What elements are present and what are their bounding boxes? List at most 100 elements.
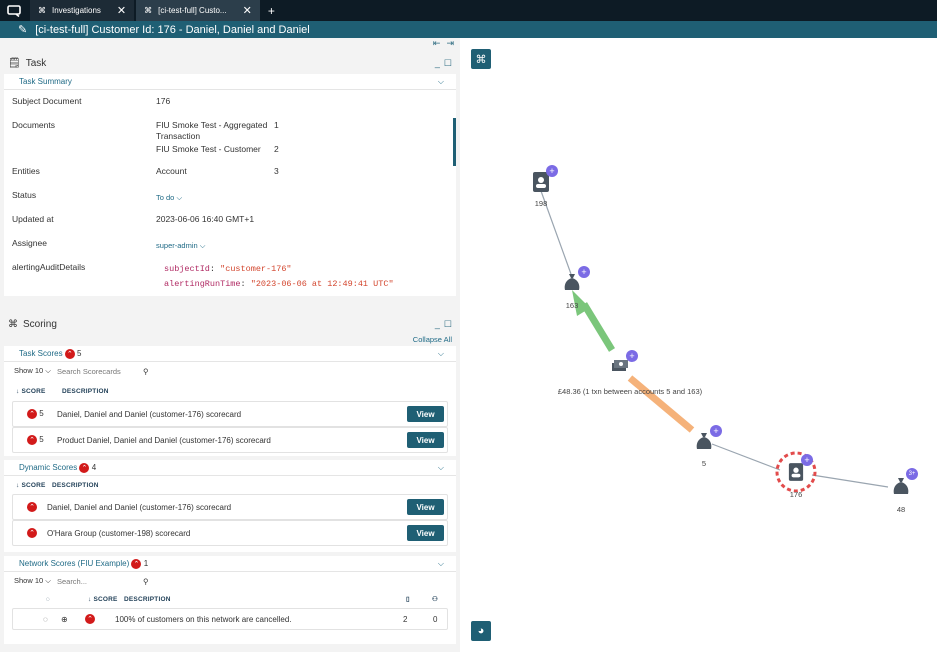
lightbulb-icon[interactable]: ◌ — [13, 615, 48, 624]
expand-node-button[interactable]: + — [546, 165, 558, 177]
row-description: Daniel, Daniel and Daniel (customer-176)… — [57, 409, 242, 419]
graph-node-176[interactable]: + — [788, 454, 813, 484]
minimize-icon[interactable]: _ — [435, 319, 440, 330]
section-count: 1 — [143, 558, 149, 568]
document-name: FIU Smoke Test - Customer — [156, 144, 261, 154]
col-score[interactable]: ↓ SCORE — [16, 388, 62, 395]
updated-row: Updated at 2023-06-06 16:40 GMT+1 — [4, 214, 456, 238]
assignee-row: Assignee super-admin ⌵ — [4, 238, 456, 262]
field-label: Entities — [12, 166, 40, 176]
edit-icon[interactable]: ✎ — [18, 23, 27, 36]
node-label: 176 — [789, 490, 803, 499]
view-button[interactable]: View — [407, 406, 444, 422]
insights-icon[interactable]: ◕ — [471, 621, 491, 641]
graph-node-5[interactable]: + — [695, 425, 722, 453]
row-description: Product Daniel, Daniel and Daniel (custo… — [57, 435, 271, 445]
task-scores-header[interactable]: Task Scores ⌃ 5 ⌵ — [4, 346, 456, 362]
chevron-down-icon: ⌵ — [199, 241, 206, 250]
edge-5-176[interactable] — [711, 443, 781, 471]
col-score[interactable]: ↓ SCORE — [16, 482, 52, 489]
field-label: Assignee — [12, 238, 47, 248]
network-scores-card: Network Scores (FIU Example) ⌃ 1 ⌵ Show … — [4, 556, 456, 644]
col-score[interactable]: ↓ SCORE — [88, 596, 124, 603]
scrollbar[interactable] — [453, 118, 456, 166]
task-summary-card: Task Summary ⌵ Subject Document 176 Docu… — [4, 74, 456, 296]
chevron-down-icon[interactable]: ⌵ — [438, 77, 444, 87]
expand-node-button[interactable]: + — [801, 454, 813, 466]
expand-node-button[interactable]: 3+ — [906, 468, 918, 480]
alert-badge-icon: ⌃ — [131, 558, 142, 569]
edge-176-48[interactable] — [811, 474, 889, 488]
table-body: ⌃ Daniel, Daniel and Daniel (customer-17… — [4, 494, 456, 546]
collapse-all-link[interactable]: Collapse All — [0, 335, 460, 346]
row-description: Daniel, Daniel and Daniel (customer-176)… — [47, 502, 232, 512]
document-count: 1 — [274, 120, 279, 130]
lightbulb-icon: ◌ — [46, 595, 51, 603]
row-score: 5 — [39, 435, 44, 445]
dynamic-scores-header[interactable]: Dynamic Scores ⌃ 4 ⌵ — [4, 460, 456, 476]
view-button[interactable]: View — [407, 432, 444, 448]
search-icon[interactable]: ⚲ — [143, 577, 149, 586]
chevron-down-icon[interactable]: ⌵ — [438, 559, 444, 569]
expand-right-icon[interactable]: ⇥ — [446, 38, 454, 52]
assignee-dropdown[interactable]: super-admin ⌵ — [156, 241, 205, 262]
search-input[interactable]: Search Scorecards — [57, 367, 137, 376]
row-description: O'Hara Group (customer-198) scorecard — [47, 528, 191, 538]
chevron-down-icon[interactable]: ⌵ — [438, 463, 444, 473]
field-value: 2023-06-06 16:40 GMT+1 — [156, 214, 255, 224]
maximize-icon[interactable]: ☐ — [444, 58, 452, 69]
col-description: DESCRIPTION — [62, 387, 109, 395]
graph-node-163[interactable]: + — [563, 266, 590, 294]
audit-row: alertingAuditDetails subjectId: "custome… — [4, 262, 456, 296]
add-tab-button[interactable]: + — [260, 0, 283, 21]
table-body: ⌃ 5 Daniel, Daniel and Daniel (customer-… — [4, 401, 456, 453]
expand-node-button[interactable]: + — [578, 266, 590, 278]
row-count: 0 — [433, 614, 438, 624]
field-label: Updated at — [12, 214, 54, 224]
network-scores-header[interactable]: Network Scores (FIU Example) ⌃ 1 ⌵ — [4, 556, 456, 572]
chevron-down-icon[interactable]: ⌵ — [438, 349, 444, 359]
entity-name: Account — [156, 166, 187, 176]
field-value: 176 — [156, 96, 171, 106]
alert-badge-icon: ⌃ — [85, 614, 95, 624]
tab-investigations[interactable]: ⌘ Investigations ✕ — [30, 0, 135, 21]
document-icon: ▯ — [406, 596, 410, 603]
expand-node-button[interactable]: + — [626, 350, 638, 362]
section-title: Task Scores — [19, 348, 63, 358]
close-icon[interactable]: ✕ — [117, 4, 126, 17]
json-key: subjectId — [164, 264, 210, 274]
chevron-down-icon: ⌵ — [176, 193, 183, 202]
edge-green[interactable] — [581, 302, 615, 352]
maximize-icon[interactable]: ☐ — [444, 319, 452, 330]
page-size-select[interactable]: Show 10 ⌵ — [14, 366, 51, 376]
graph-node-transaction[interactable]: + — [611, 350, 638, 374]
money-stack-icon — [612, 360, 628, 371]
network-icon: ⌘ — [8, 318, 18, 330]
close-icon[interactable]: ✕ — [243, 4, 252, 17]
document-name: FIU Smoke Test - Aggregated Transaction — [156, 120, 268, 141]
target-icon[interactable]: ⊕ — [43, 615, 75, 624]
view-button[interactable]: View — [407, 525, 444, 541]
entity-count: 3 — [274, 166, 279, 176]
app-logo-icon[interactable] — [0, 0, 28, 21]
table-row: ⌃ 5 Product Daniel, Daniel and Daniel (c… — [12, 427, 448, 453]
table-controls: Show 10 ⌵ Search Scorecards ⚲ — [4, 362, 456, 380]
graph-node-198[interactable]: + — [532, 165, 558, 195]
search-input[interactable]: Search... — [57, 577, 137, 586]
search-icon[interactable]: ⚲ — [143, 367, 149, 376]
view-button[interactable]: View — [407, 499, 444, 515]
node-label: 48 — [896, 505, 906, 514]
alert-badge-icon: ⌃ — [27, 435, 37, 445]
status-dropdown[interactable]: To do ⌵ — [156, 193, 182, 214]
task-summary-header[interactable]: Task Summary ⌵ — [4, 74, 456, 90]
edge-orange[interactable] — [627, 375, 695, 433]
page-size-select[interactable]: Show 10 ⌵ — [14, 576, 51, 586]
minimize-icon[interactable]: _ — [435, 58, 440, 69]
tab-customer[interactable]: ⌘ [ci-test-full] Custo... ✕ — [136, 0, 260, 21]
expand-node-button[interactable]: + — [710, 425, 722, 437]
table-row: ⌃ O'Hara Group (customer-198) scorecard … — [12, 520, 448, 546]
scoring-panel-header: ⌘ Scoring _ ☐ — [0, 313, 460, 335]
graph-node-48[interactable]: 3+ — [892, 468, 918, 498]
users-icon: ⚇ — [432, 596, 439, 603]
collapse-left-icon[interactable]: ⇤ — [433, 38, 441, 52]
